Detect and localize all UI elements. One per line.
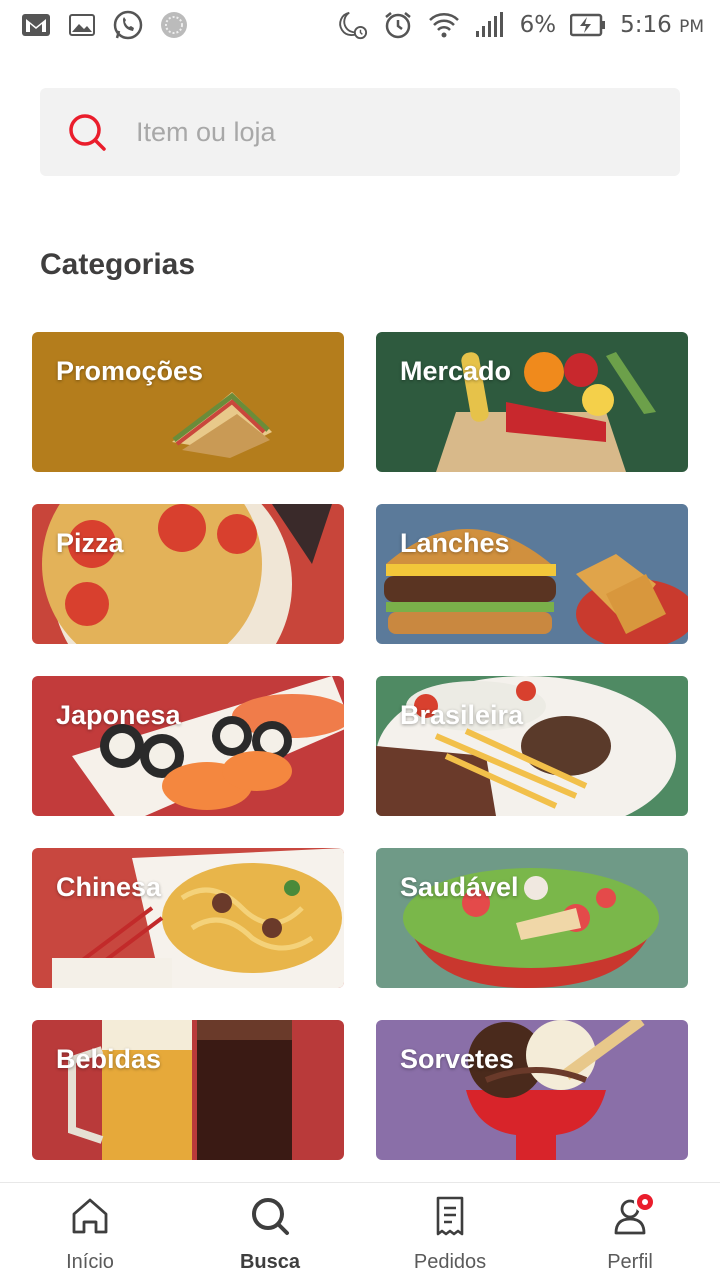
search-icon <box>252 1198 289 1235</box>
sandwich-image <box>32 332 344 472</box>
ice-cream-image <box>376 1020 688 1160</box>
category-card-pizza[interactable]: Pizza <box>32 504 344 644</box>
category-card-lanches[interactable]: Lanches <box>376 504 688 644</box>
home-icon <box>72 1198 108 1234</box>
night-mode-icon <box>336 9 368 41</box>
noodles-image <box>32 848 344 988</box>
category-card-bebidas[interactable]: Bebidas <box>32 1020 344 1160</box>
sync-icon <box>158 9 190 41</box>
nav-label: Perfil <box>607 1251 653 1273</box>
grocery-image <box>376 332 688 472</box>
search-placeholder: Item ou loja <box>136 116 276 147</box>
brazilian-dish-image <box>376 676 688 816</box>
category-label: Bebidas <box>56 1044 162 1074</box>
category-card-mercado[interactable]: Mercado <box>376 332 688 472</box>
category-label: Mercado <box>400 356 512 386</box>
salad-image <box>376 848 688 988</box>
nav-label: Início <box>66 1251 114 1273</box>
burger-image <box>376 504 688 644</box>
drinks-image <box>32 1020 344 1160</box>
notification-badge <box>634 1191 656 1213</box>
orders-icon <box>436 1196 464 1236</box>
categories-grid: Promoções Mercado Pizza Lanches Japonesa… <box>32 332 688 1160</box>
category-label: Promoções <box>56 356 204 386</box>
category-label: Chinesa <box>56 872 162 902</box>
category-card-sorvetes[interactable]: Sorvetes <box>376 1020 688 1160</box>
whatsapp-icon <box>112 9 144 41</box>
category-label: Saudável <box>400 872 519 902</box>
pizza-image <box>32 504 344 644</box>
gallery-icon <box>66 9 98 41</box>
nav-item-inicio[interactable]: Início <box>0 1183 180 1280</box>
clock-ampm: PM <box>679 17 704 37</box>
category-card-saudavel[interactable]: Saudável <box>376 848 688 988</box>
categories-title: Categorias <box>40 248 196 281</box>
category-card-brasileira[interactable]: Brasileira <box>376 676 688 816</box>
category-label: Pizza <box>56 528 124 558</box>
category-card-chinesa[interactable]: Chinesa <box>32 848 344 988</box>
gmail-icon <box>20 9 52 41</box>
nav-label: Pedidos <box>413 1251 487 1273</box>
nav-label: Busca <box>239 1251 301 1273</box>
status-left <box>20 9 190 41</box>
category-card-promocoes[interactable]: Promoções <box>32 332 344 472</box>
bottom-nav: Início Busca Pedidos Perfil <box>0 1182 720 1280</box>
clock-time: 5:16 <box>620 12 672 38</box>
alarm-icon <box>382 9 414 41</box>
category-label: Lanches <box>400 528 510 558</box>
clock: 5:16 PM <box>620 12 704 38</box>
nav-item-perfil[interactable]: Perfil <box>540 1183 720 1280</box>
nav-item-pedidos[interactable]: Pedidos <box>360 1183 540 1280</box>
wifi-icon <box>428 9 460 41</box>
battery-charging-icon <box>570 9 606 41</box>
nav-item-busca[interactable]: Busca <box>180 1183 360 1280</box>
category-label: Sorvetes <box>400 1044 515 1074</box>
status-right: 6% 5:16 PM <box>336 9 704 41</box>
category-label: Japonesa <box>56 700 181 730</box>
sushi-image <box>32 676 344 816</box>
battery-percentage: 6% <box>519 12 557 38</box>
status-bar: 6% 5:16 PM <box>0 0 720 50</box>
search-input[interactable]: Item ou loja <box>40 88 680 176</box>
search-icon <box>69 114 106 151</box>
category-label: Brasileira <box>400 700 524 730</box>
category-card-japonesa[interactable]: Japonesa <box>32 676 344 816</box>
signal-icon <box>474 9 506 41</box>
